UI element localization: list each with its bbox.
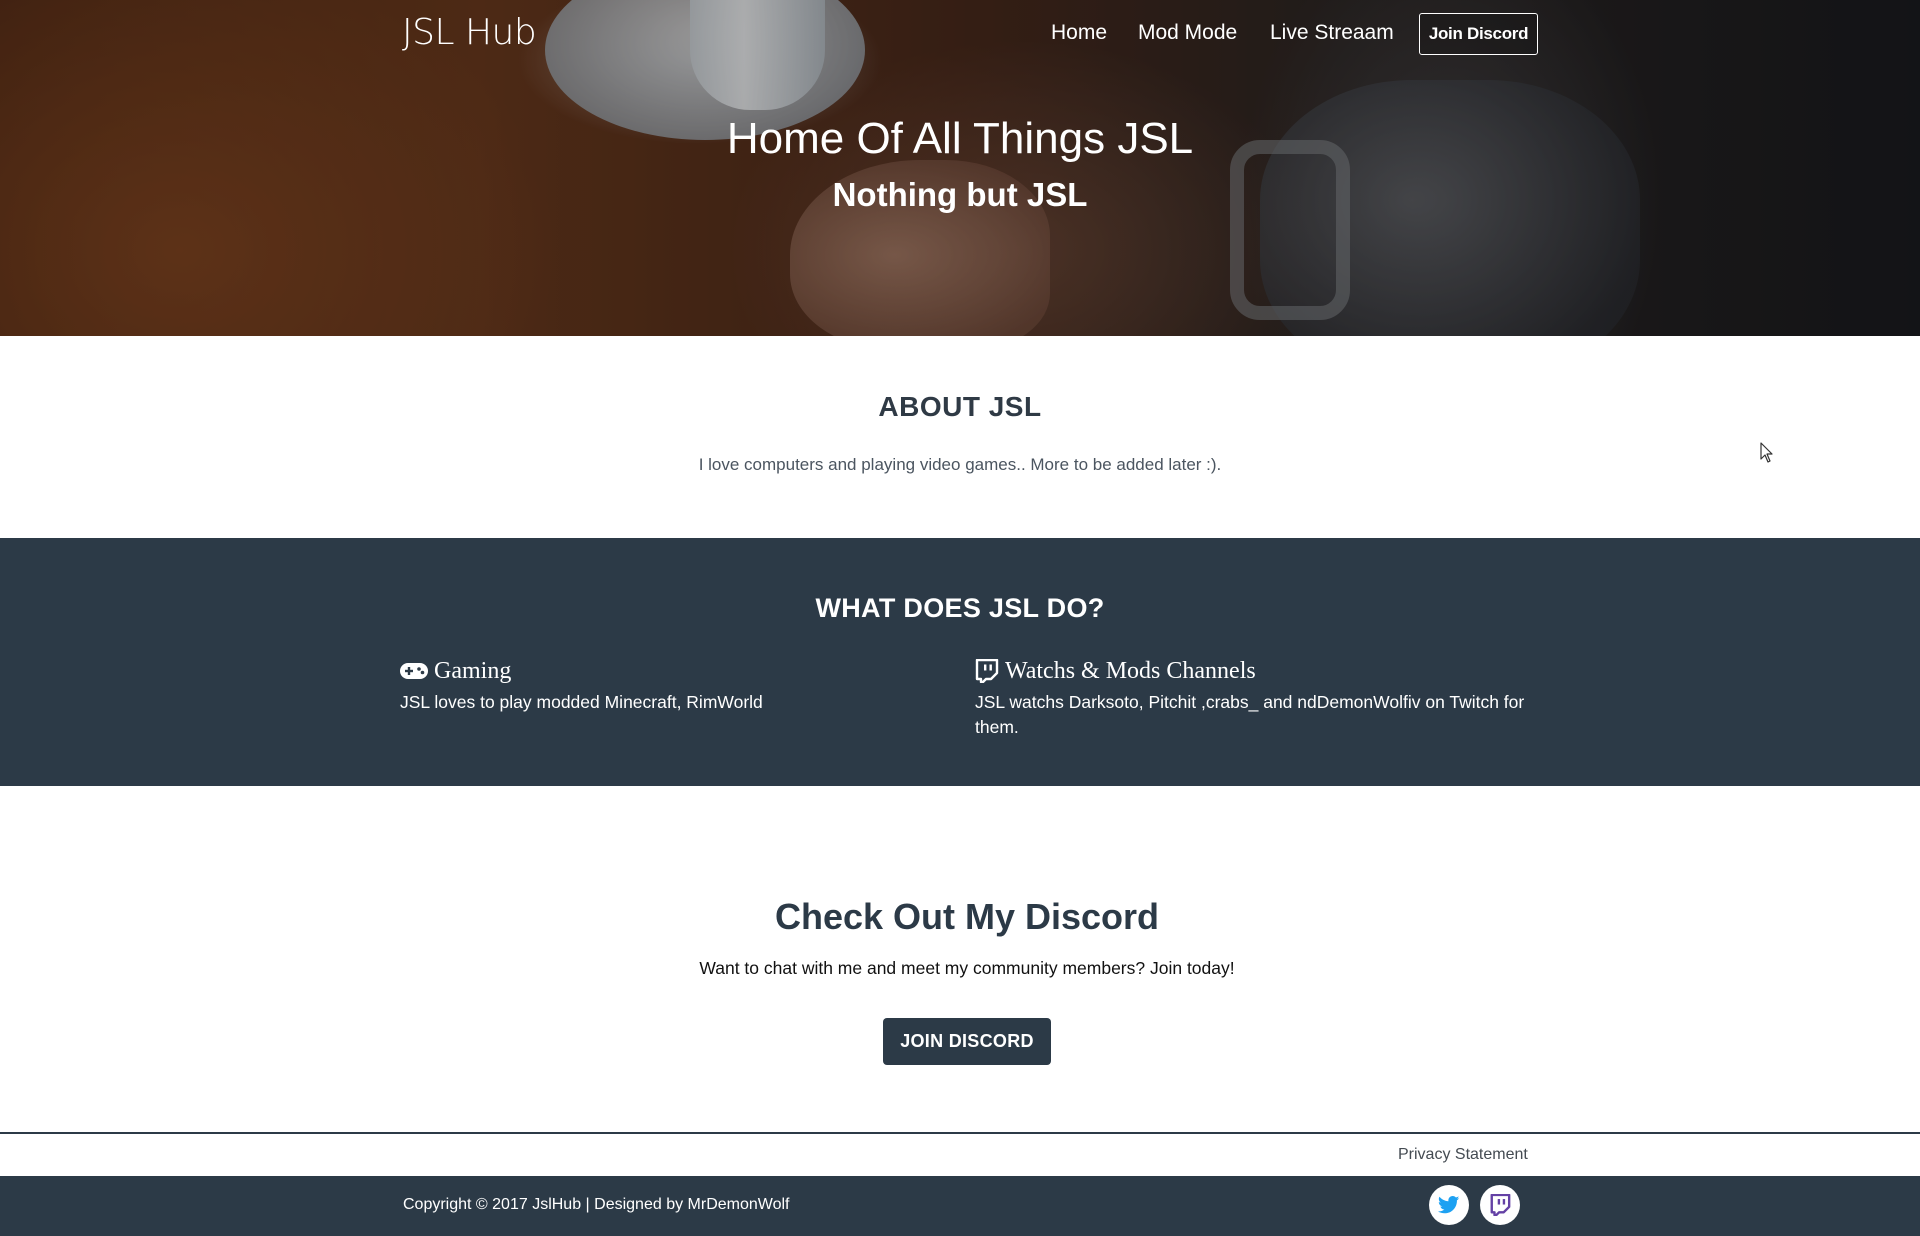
hero-subtitle: Nothing but JSL [832,176,1088,213]
service-gaming: Gaming JSL loves to play modded Minecraf… [400,656,940,715]
about-section: ABOUT JSL I love computers and playing v… [0,336,1920,538]
services-title: WHAT DOES JSL DO? [815,593,1105,623]
service-description: JSL watchs Darksoto, Pitchit ,crabs_ and… [975,692,1525,737]
about-text: I love computers and playing video games… [698,455,1222,474]
nav-mod-mode-link[interactable]: Mod Mode [1138,21,1237,45]
service-watching: Watchs & Mods Channels JSL watchs Darkso… [975,656,1535,740]
service-header: Gaming [400,656,940,686]
service-header: Watchs & Mods Channels [975,656,1535,686]
twitter-icon [1438,1196,1460,1214]
cta-text: Want to chat with me and meet my communi… [699,958,1235,978]
twitch-icon [975,659,999,683]
nav-live-stream-link[interactable]: Live Streaam [1270,21,1394,45]
hero-section: JSL Hub Home Mod Mode Live Streaam Join … [0,0,1920,336]
mouse-cursor-icon [1760,442,1773,463]
services-section: WHAT DOES JSL DO? Gaming JSL loves to pl… [0,538,1920,786]
nav-home-link[interactable]: Home [1051,21,1107,45]
about-title: ABOUT JSL [878,391,1042,422]
service-name: Watchs & Mods Channels [1005,657,1256,684]
service-description: JSL loves to play modded Minecraft, RimW… [400,692,763,712]
footer: Copyright © 2017 JslHub | Designed by Mr… [0,1176,1920,1236]
discord-cta-section: Check Out My Discord Want to chat with m… [0,786,1920,1134]
nav-join-discord-button[interactable]: Join Discord [1419,13,1538,55]
twitch-icon [1490,1194,1511,1216]
hero-title: Home Of All Things JSL [726,114,1194,163]
twitter-link[interactable] [1429,1185,1469,1225]
cta-title: Check Out My Discord [774,896,1160,937]
privacy-statement-link[interactable]: Privacy Statement [1398,1146,1528,1164]
footer-links-bar: Privacy Statement [0,1134,1920,1176]
gamepad-icon [400,663,428,679]
twitch-link[interactable] [1480,1185,1520,1225]
service-name: Gaming [434,657,512,684]
brand-logo[interactable]: JSL Hub [402,12,537,53]
hero-content: JSL Hub Home Mod Mode Live Streaam Join … [0,0,1920,336]
copyright-text: Copyright © 2017 JslHub | Designed by Mr… [403,1196,790,1213]
join-discord-button[interactable]: JOIN DISCORD [883,1018,1051,1065]
